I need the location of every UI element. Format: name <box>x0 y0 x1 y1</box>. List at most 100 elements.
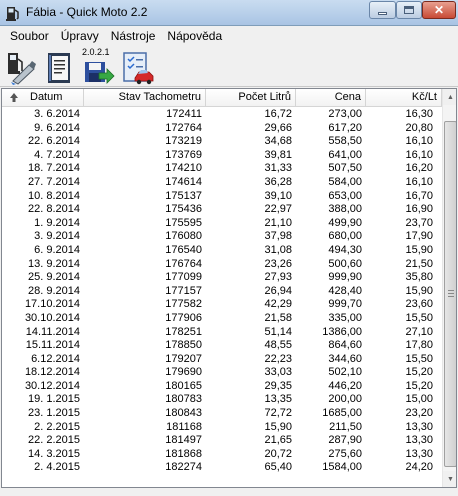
column-header-kc-lt[interactable]: Kč/Lt <box>366 89 442 107</box>
table-row[interactable]: 19. 1.2015 180783 13,35 200,00 15,00 <box>2 393 442 407</box>
cell-datum: 3. 9.2014 <box>34 230 80 243</box>
cell-cena: 617,20 <box>328 121 362 134</box>
cell-datum: 27. 7.2014 <box>28 175 80 188</box>
cell-stav-tachometru: 173769 <box>165 148 202 161</box>
table-row[interactable]: 22. 2.2015 181497 21,65 287,90 13,30 <box>2 434 442 448</box>
cell-cena: 502,10 <box>328 366 362 379</box>
cell-pocet-litru: 29,35 <box>264 379 292 392</box>
table-row[interactable]: 18. 7.2014 174210 31,33 507,50 16,20 <box>2 162 442 176</box>
table-row[interactable]: 15.11.2014 178850 48,55 864,60 17,80 <box>2 339 442 353</box>
column-label-stav-tachometru: Stav Tachometru <box>118 91 201 103</box>
table-row[interactable]: 3. 9.2014 176080 37,98 680,00 17,90 <box>2 230 442 244</box>
table-row[interactable]: 9. 6.2014 172764 29,66 617,20 20,80 <box>2 122 442 136</box>
table-row[interactable]: 27. 7.2014 174614 36,28 584,00 16,10 <box>2 176 442 190</box>
cell-datum: 23. 1.2015 <box>28 407 80 420</box>
column-header-cena[interactable]: Cena <box>296 89 366 107</box>
cell-kc-lt: 16,30 <box>405 108 433 120</box>
table-row[interactable]: 6.12.2014 179207 22,23 344,60 15,50 <box>2 353 442 367</box>
checklist-car-button[interactable] <box>121 49 155 85</box>
scrollbar-thumb[interactable] <box>444 121 456 467</box>
status-bar <box>0 489 458 496</box>
fuel-records-list[interactable]: Datum Stav Tachometru Počet Litrů Cena K… <box>1 88 457 488</box>
cell-pocet-litru: 42,29 <box>264 298 292 311</box>
notebook-button[interactable] <box>42 49 76 85</box>
column-label-kc-lt: Kč/Lt <box>411 91 437 103</box>
cell-kc-lt: 15,90 <box>405 243 433 256</box>
table-row[interactable]: 1. 9.2014 175595 21,10 499,90 23,70 <box>2 217 442 231</box>
minimize-button[interactable] <box>369 1 396 19</box>
vertical-scrollbar[interactable]: ▲ ▼ <box>442 89 456 487</box>
cell-cena: 494,30 <box>328 243 362 256</box>
update-button[interactable] <box>82 49 116 85</box>
table-row[interactable]: 2. 4.2015 182274 65,40 1584,00 24,20 <box>2 461 442 475</box>
cell-kc-lt: 23,20 <box>405 407 433 420</box>
table-row[interactable]: 22. 8.2014 175436 22,97 388,00 16,90 <box>2 203 442 217</box>
cell-kc-lt: 16,10 <box>405 135 433 148</box>
cell-kc-lt: 15,50 <box>405 352 433 365</box>
table-row[interactable]: 17.10.2014 177582 42,29 999,70 23,60 <box>2 298 442 312</box>
cell-pocet-litru: 21,58 <box>264 311 292 324</box>
table-row[interactable]: 6. 9.2014 176540 31,08 494,30 15,90 <box>2 244 442 258</box>
cell-datum: 10. 8.2014 <box>28 189 80 202</box>
cell-stav-tachometru: 180165 <box>165 379 202 392</box>
scroll-up-button[interactable]: ▲ <box>443 89 456 105</box>
window-title: Fábia - Quick Moto 2.2 <box>26 5 148 19</box>
cell-kc-lt: 15,00 <box>405 393 433 406</box>
table-row[interactable]: 23. 1.2015 180843 72,72 1685,00 23,20 <box>2 407 442 421</box>
close-icon: ✕ <box>433 3 445 17</box>
column-header-stav-tachometru[interactable]: Stav Tachometru <box>84 89 206 107</box>
table-row[interactable]: 30.10.2014 177906 21,58 335,00 15,50 <box>2 312 442 326</box>
grip-line <box>448 293 454 294</box>
cell-stav-tachometru: 174614 <box>165 175 202 188</box>
column-header-datum[interactable]: Datum <box>2 89 84 107</box>
table-row[interactable]: 3. 6.2014 172411 16,72 273,00 16,30 <box>2 108 442 122</box>
cell-datum: 30.10.2014 <box>24 311 80 324</box>
cell-stav-tachometru: 181497 <box>165 434 202 447</box>
cell-cena: 999,90 <box>328 271 362 284</box>
column-label-pocet-litru: Počet Litrů <box>238 91 291 103</box>
menu-napoveda[interactable]: Nápověda <box>161 27 228 46</box>
cell-stav-tachometru: 180783 <box>165 393 202 406</box>
column-header-pocet-litru[interactable]: Počet Litrů <box>206 89 296 107</box>
cell-pocet-litru: 72,72 <box>264 407 292 420</box>
table-row[interactable]: 28. 9.2014 177157 26,94 428,40 15,90 <box>2 285 442 299</box>
menu-nastroje[interactable]: Nástroje <box>105 27 162 46</box>
app-window: Fábia - Quick Moto 2.2 ✕ Soubor Úpravy N… <box>0 0 458 496</box>
table-row[interactable]: 2. 2.2015 181168 15,90 211,50 13,30 <box>2 421 442 435</box>
cell-datum: 13. 9.2014 <box>28 257 80 270</box>
title-bar[interactable]: Fábia - Quick Moto 2.2 ✕ <box>0 0 458 26</box>
maximize-button[interactable] <box>396 1 422 19</box>
table-row[interactable]: 18.12.2014 179690 33,03 502,10 15,20 <box>2 366 442 380</box>
cell-pocet-litru: 65,40 <box>264 461 292 474</box>
cell-pocet-litru: 51,14 <box>264 325 292 338</box>
cell-pocet-litru: 21,10 <box>264 216 292 229</box>
menu-soubor[interactable]: Soubor <box>4 27 55 46</box>
cell-pocet-litru: 31,08 <box>264 243 292 256</box>
cell-datum: 30.12.2014 <box>24 379 80 392</box>
table-row[interactable]: 14.11.2014 178251 51,14 1386,00 27,10 <box>2 326 442 340</box>
cell-datum: 22. 6.2014 <box>28 135 80 148</box>
arrow-down-icon: ▼ <box>447 475 454 483</box>
cell-cena: 287,90 <box>328 434 362 447</box>
fuel-pump-icon <box>6 7 19 21</box>
cell-stav-tachometru: 177157 <box>165 284 202 297</box>
cell-pocet-litru: 22,23 <box>264 352 292 365</box>
table-row[interactable]: 25. 9.2014 177099 27,93 999,90 35,80 <box>2 271 442 285</box>
close-button[interactable]: ✕ <box>422 1 456 19</box>
cell-kc-lt: 15,50 <box>405 311 433 324</box>
table-row[interactable]: 13. 9.2014 176764 23,26 500,60 21,50 <box>2 258 442 272</box>
refuel-button[interactable] <box>4 49 38 85</box>
cell-stav-tachometru: 182274 <box>165 461 202 474</box>
cell-cena: 507,50 <box>328 162 362 175</box>
cell-kc-lt: 13,30 <box>405 447 433 460</box>
checklist-car-icon <box>123 52 154 85</box>
table-row[interactable]: 4. 7.2014 173769 39,81 641,00 16,10 <box>2 149 442 163</box>
table-row[interactable]: 14. 3.2015 181868 20,72 275,60 13,30 <box>2 448 442 462</box>
table-row[interactable]: 10. 8.2014 175137 39,10 653,00 16,70 <box>2 190 442 204</box>
scroll-down-button[interactable]: ▼ <box>443 471 456 487</box>
menu-upravy[interactable]: Úpravy <box>55 27 105 46</box>
cell-cena: 653,00 <box>328 189 362 202</box>
cell-pocet-litru: 29,66 <box>264 121 292 134</box>
table-row[interactable]: 22. 6.2014 173219 34,68 558,50 16,10 <box>2 135 442 149</box>
table-row[interactable]: 30.12.2014 180165 29,35 446,20 15,20 <box>2 380 442 394</box>
